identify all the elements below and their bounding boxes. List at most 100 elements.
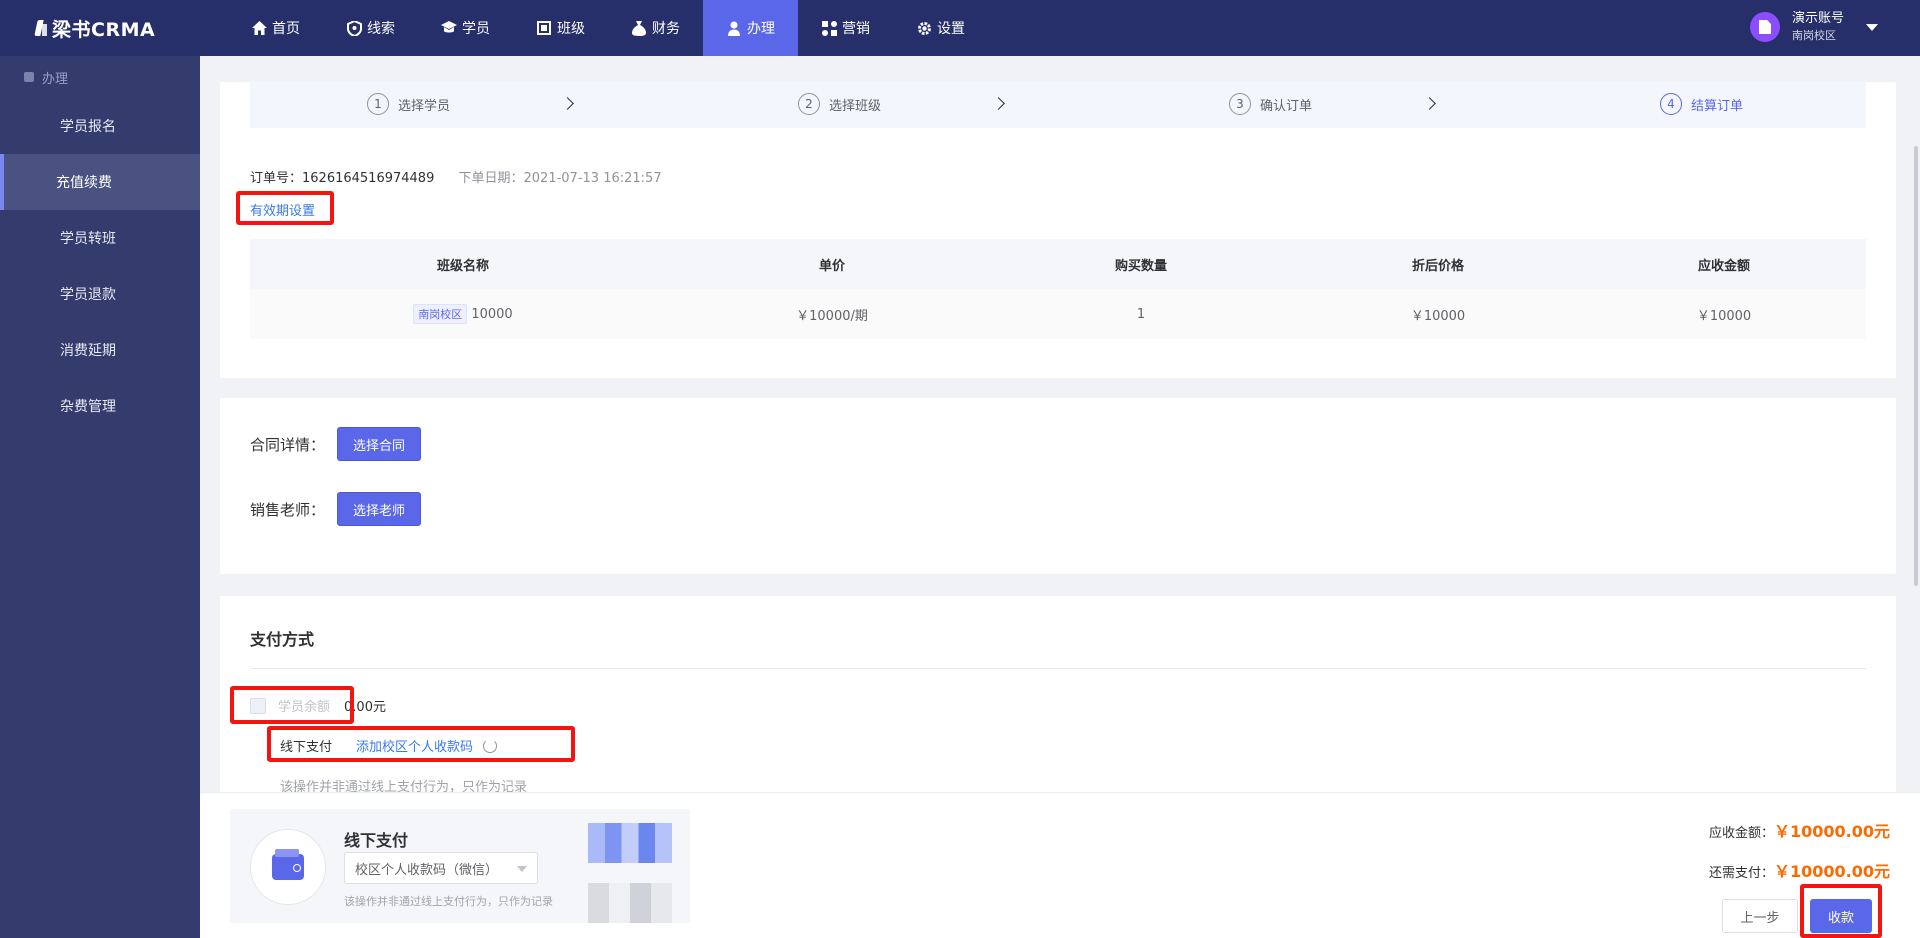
select-teacher-button[interactable]: 选择老师 bbox=[337, 492, 422, 526]
wallet-icon-holder bbox=[250, 829, 326, 905]
step-label: 确认订单 bbox=[1260, 98, 1313, 114]
due-label: 还需支付： bbox=[1708, 866, 1774, 881]
previous-step-button[interactable]: 上一步 bbox=[1722, 899, 1798, 933]
pay-card-note: 该操作并非通过线上支付行为，只作为记录 bbox=[344, 895, 553, 908]
step-3: 3 确认订单 bbox=[1229, 93, 1312, 115]
col-quantity: 购买数量 bbox=[1114, 258, 1167, 274]
balance-amount: 0.00元 bbox=[344, 700, 386, 715]
student-icon bbox=[441, 20, 457, 36]
cell-receivable: ￥10000 bbox=[1696, 308, 1752, 324]
cell-quantity: 1 bbox=[1136, 306, 1146, 322]
brand-name: 梁书CRMA bbox=[52, 18, 156, 41]
pay-card-title: 线下支付 bbox=[344, 831, 409, 850]
chevron-down-icon bbox=[517, 866, 527, 872]
table-header: 班级名称 单价 购买数量 折后价格 应收金额 bbox=[250, 239, 1866, 289]
menu-group-icon bbox=[24, 72, 34, 82]
contract-label: 合同详情： bbox=[250, 435, 326, 454]
step-label: 结算订单 bbox=[1691, 98, 1744, 114]
user-name: 演示账号 bbox=[1791, 11, 1844, 26]
nav-home[interactable]: 首页 bbox=[228, 0, 323, 56]
step-number: 3 bbox=[1229, 93, 1251, 115]
nav-leads-label: 线索 bbox=[367, 21, 395, 37]
select-contract-button[interactable]: 选择合同 bbox=[337, 427, 422, 461]
nav-students[interactable]: 学员 bbox=[418, 0, 513, 56]
scrollbar-thumb[interactable] bbox=[1914, 146, 1918, 586]
cell-discounted-price: ￥10000 bbox=[1410, 308, 1466, 324]
chevron-down-icon[interactable] bbox=[1866, 23, 1878, 31]
nav-finance-label: 财务 bbox=[652, 21, 680, 37]
receivable-line: 应收金额：￥10000.00元 bbox=[1709, 818, 1890, 842]
user-campus: 南岗校区 bbox=[1791, 29, 1836, 42]
step-4: 4 结算订单 bbox=[1660, 93, 1743, 115]
user-menu[interactable]: 演示账号 南岗校区 bbox=[1749, 10, 1878, 44]
col-receivable: 应收金额 bbox=[1697, 258, 1750, 274]
nav-marketing-label: 营销 bbox=[842, 21, 870, 37]
sales-label: 销售老师： bbox=[250, 500, 326, 519]
step-label: 选择学员 bbox=[398, 98, 451, 114]
col-class-name: 班级名称 bbox=[436, 258, 489, 274]
checkout-footer: 线下支付 校区个人收款码（微信） 该操作并非通过线上支付行为，只作为记录 应收金… bbox=[200, 792, 1920, 938]
step-label: 选择班级 bbox=[829, 98, 882, 114]
main-nav: 首页 线索 学员 班级 财务 办理 营销 设置 bbox=[228, 0, 988, 56]
sidebar-item-refund[interactable]: 学员退款 bbox=[0, 266, 200, 322]
settings-icon bbox=[916, 20, 932, 36]
balance-option: 学员余额 0.00元 bbox=[250, 696, 386, 715]
sidebar-item-extension[interactable]: 消费延期 bbox=[0, 322, 200, 378]
offline-label: 线下支付 bbox=[280, 740, 333, 755]
nav-handle-label: 办理 bbox=[747, 21, 775, 37]
nav-finance[interactable]: 财务 bbox=[608, 0, 703, 56]
sidebar-item-transfer[interactable]: 学员转班 bbox=[0, 210, 200, 266]
offline-payment-option: 线下支付 添加校区个人收款码 bbox=[280, 736, 498, 755]
sidebar-item-enroll[interactable]: 学员报名 bbox=[0, 98, 200, 154]
divider bbox=[250, 668, 1866, 669]
chevron-right-icon bbox=[1423, 97, 1436, 110]
balance-checkbox[interactable] bbox=[250, 697, 266, 714]
payment-code-value: 校区个人收款码（微信） bbox=[355, 862, 499, 878]
due-value: ￥10000.00元 bbox=[1773, 862, 1890, 881]
table-row: 南岗校区 10000 ￥10000/期 1 ￥10000 ￥10000 bbox=[250, 289, 1866, 339]
validity-settings-link[interactable]: 有效期设置 bbox=[250, 200, 315, 219]
nav-handle[interactable]: 办理 bbox=[703, 0, 798, 56]
nav-leads[interactable]: 线索 bbox=[323, 0, 418, 56]
logo-mark-icon bbox=[34, 18, 48, 38]
sidebar-item-misc-fees[interactable]: 杂费管理 bbox=[0, 378, 200, 434]
sales-row: 销售老师： 选择老师 bbox=[250, 492, 422, 526]
collect-payment-button[interactable]: 收款 bbox=[1810, 899, 1872, 933]
nav-classes[interactable]: 班级 bbox=[513, 0, 608, 56]
offline-pay-card: 线下支付 校区个人收款码（微信） 该操作并非通过线上支付行为，只作为记录 bbox=[230, 809, 690, 923]
sidebar: 办理 学员报名 充值续费 学员转班 学员退款 消费延期 杂费管理 bbox=[0, 56, 200, 938]
qr-code-image bbox=[588, 883, 672, 923]
col-discounted-price: 折后价格 bbox=[1411, 258, 1464, 274]
due-line: 还需支付：￥10000.00元 bbox=[1709, 858, 1890, 882]
receivable-label: 应收金额： bbox=[1708, 826, 1774, 841]
sidebar-item-recharge[interactable]: 充值续费 bbox=[0, 154, 200, 210]
order-date: 2021-07-13 16:21:57 bbox=[523, 171, 662, 186]
handle-icon bbox=[726, 20, 742, 36]
refresh-icon[interactable] bbox=[483, 738, 498, 753]
nav-students-label: 学员 bbox=[462, 21, 490, 37]
order-table: 班级名称 单价 购买数量 折后价格 应收金额 南岗校区 10000 ￥10000/… bbox=[250, 239, 1866, 339]
class-name: 10000 bbox=[471, 307, 513, 322]
campus-tag: 南岗校区 bbox=[413, 304, 468, 324]
contract-row: 合同详情： 选择合同 bbox=[250, 427, 422, 461]
home-icon bbox=[251, 20, 267, 36]
step-number: 4 bbox=[1660, 93, 1682, 115]
class-icon bbox=[536, 20, 552, 36]
chevron-right-icon bbox=[561, 97, 574, 110]
balance-label: 学员余额 bbox=[278, 700, 331, 715]
cell-class-name: 南岗校区 10000 bbox=[250, 304, 676, 324]
col-unit-price: 单价 bbox=[818, 258, 845, 274]
qr-code-image bbox=[588, 823, 672, 863]
nav-home-label: 首页 bbox=[272, 21, 300, 37]
nav-marketing[interactable]: 营销 bbox=[798, 0, 893, 56]
order-number: 1626164516974489 bbox=[302, 171, 435, 186]
payment-code-select[interactable]: 校区个人收款码（微信） bbox=[344, 852, 538, 884]
nav-settings[interactable]: 设置 bbox=[893, 0, 988, 56]
finance-icon bbox=[631, 20, 647, 36]
step-bar: 1 选择学员 2 选择班级 3 确认订单 4 结算订单 bbox=[250, 82, 1866, 128]
cell-unit-price: ￥10000/期 bbox=[796, 308, 868, 324]
add-code-link[interactable]: 添加校区个人收款码 bbox=[356, 736, 473, 755]
contract-card: 合同详情： 选择合同 销售老师： 选择老师 bbox=[220, 398, 1896, 574]
sidebar-group-handle: 办理 bbox=[0, 56, 200, 98]
brand-logo[interactable]: 梁书CRMA bbox=[0, 0, 200, 56]
